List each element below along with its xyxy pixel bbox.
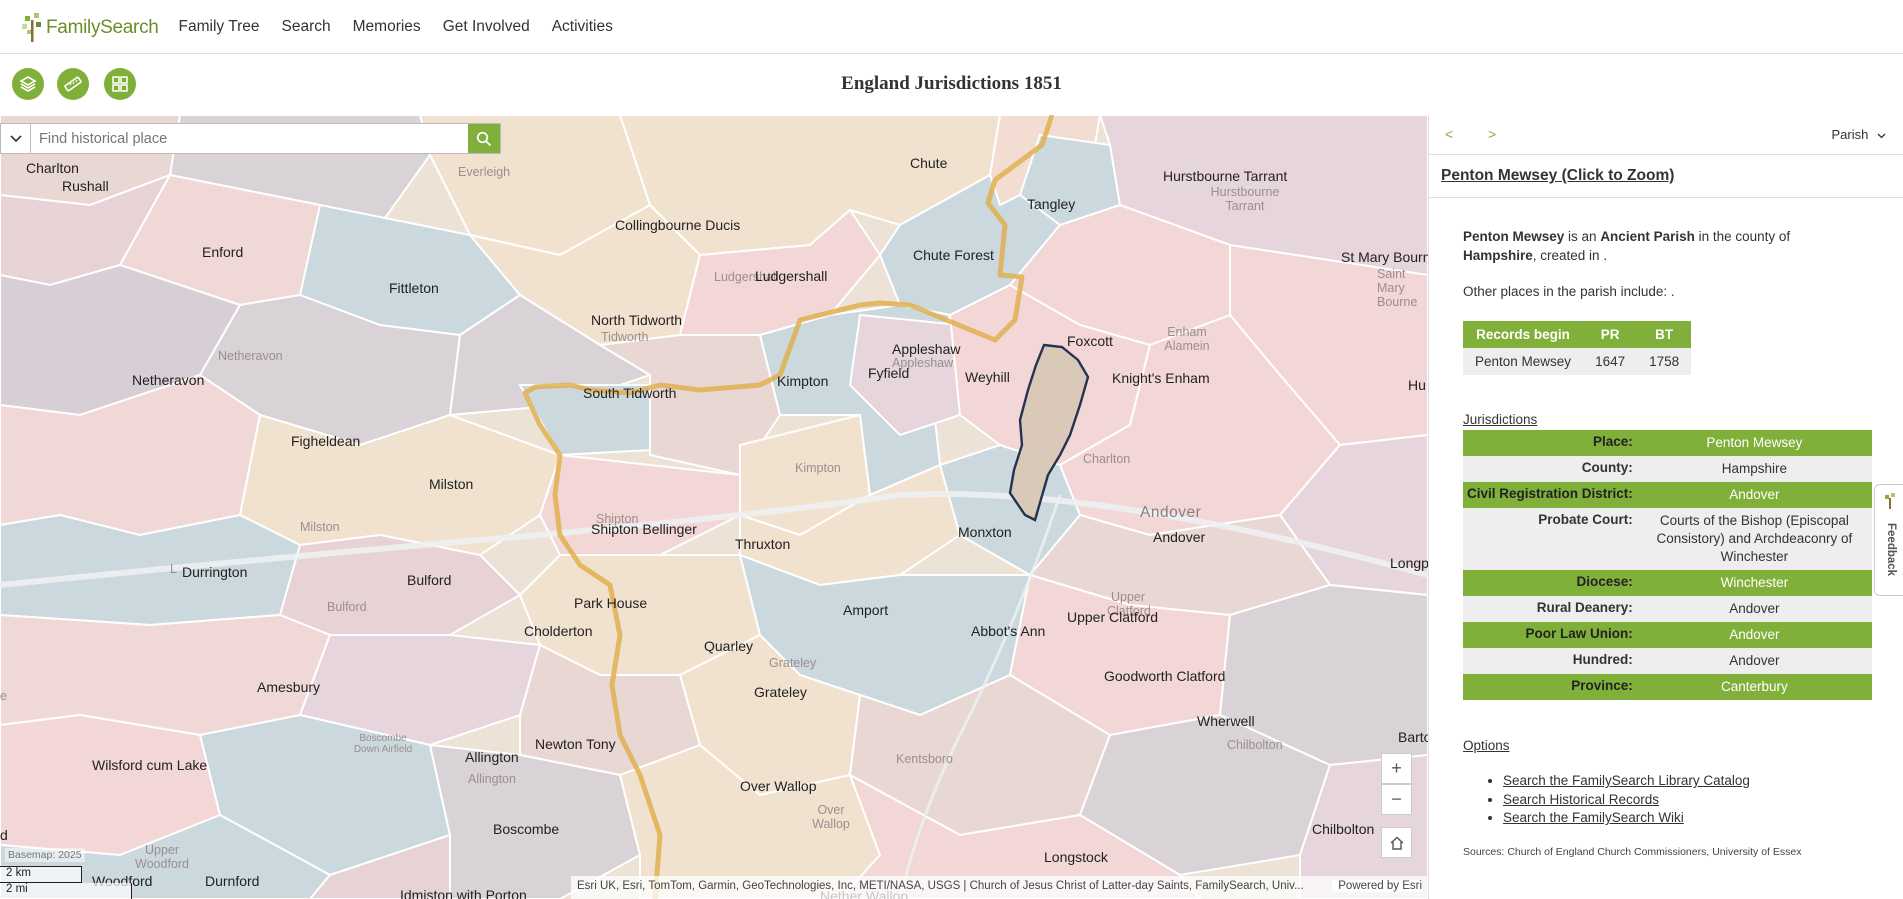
records-cell: 1758 — [1637, 348, 1692, 375]
tree-logo-icon — [1885, 493, 1895, 509]
powered-by-esri[interactable]: Powered by Esri — [1332, 880, 1422, 892]
info-panel: < > Parish Penton Mewsey (Click to Zoom)… — [1428, 115, 1903, 899]
jurisdiction-key: Hundred: — [1463, 648, 1637, 674]
jurisdiction-value: Andover — [1636, 648, 1872, 674]
records-table: Records begin PR BT Penton Mewsey 1647 1… — [1463, 321, 1692, 375]
table-row: Civil Registration District: Andover — [1463, 482, 1872, 508]
search-icon — [476, 131, 492, 146]
nav-memories[interactable]: Memories — [353, 18, 421, 36]
jurisdictions-table: Place: Penton Mewsey County: Hampshire Civ… — [1463, 430, 1872, 700]
table-row: Probate Court: Courts of the Bishop (Epis… — [1463, 508, 1872, 570]
option-historical-records-link[interactable]: Search Historical Records — [1503, 791, 1750, 810]
home-icon — [1390, 836, 1403, 850]
table-row: Diocese: Winchester — [1463, 570, 1872, 596]
familysearch-logo[interactable]: FamilySearch — [22, 7, 159, 47]
records-cell: 1647 — [1583, 348, 1638, 375]
jurisdiction-value: Winchester — [1636, 570, 1872, 596]
nav-activities[interactable]: Activities — [552, 18, 613, 36]
tree-logo-icon — [22, 12, 41, 42]
jurisdiction-key: Probate Court: — [1463, 508, 1637, 570]
top-nav: FamilySearch Family Tree Search Memories… — [0, 0, 1903, 54]
desc-text: is an — [1564, 229, 1601, 244]
jurisdiction-key: Poor Law Union: — [1463, 622, 1637, 648]
scale-km: 2 km — [0, 866, 82, 883]
scale-mi: 2 mi — [0, 883, 132, 899]
nav-search[interactable]: Search — [282, 18, 331, 36]
desc-text: in the county of — [1694, 229, 1791, 244]
feedback-label: Feedback — [1885, 523, 1897, 577]
options-heading: Options — [1463, 738, 1510, 753]
feedback-tab[interactable]: Feedback — [1874, 484, 1903, 596]
logo-text: FamilySearch — [46, 16, 159, 38]
jurisdiction-key: Civil Registration District: — [1463, 482, 1637, 508]
jurisdiction-value: Penton Mewsey — [1636, 430, 1872, 456]
jurisdiction-value: Hampshire — [1636, 456, 1872, 482]
jurisdiction-value: Andover — [1636, 622, 1872, 648]
jurisdiction-value: Courts of the Bishop (Episcopal Consisto… — [1636, 508, 1872, 570]
place-search — [0, 123, 501, 154]
jurisdiction-key: Place: — [1463, 430, 1637, 456]
divider — [1429, 197, 1903, 198]
zoom-in-button[interactable]: + — [1381, 753, 1412, 784]
nav-family-tree[interactable]: Family Tree — [179, 18, 260, 36]
basemap-note: Basemap: 2025 — [5, 848, 85, 862]
records-header: BT — [1637, 321, 1692, 348]
desc-name: Penton Mewsey — [1463, 229, 1565, 244]
jurisdiction-value: Andover — [1636, 482, 1872, 508]
jurisdiction-key: Rural Deanery: — [1463, 596, 1637, 622]
option-wiki-link[interactable]: Search the FamilySearch Wiki — [1503, 809, 1750, 828]
level-select[interactable]: Parish — [1832, 127, 1886, 142]
table-row: Poor Law Union: Andover — [1463, 622, 1872, 648]
sources-note: Sources: Church of England Church Commis… — [1463, 846, 1802, 858]
level-value: Parish — [1831, 127, 1869, 142]
records-header: PR — [1583, 321, 1638, 348]
option-library-catalog-link[interactable]: Search the FamilySearch Library Catalog — [1503, 772, 1750, 791]
chevron-down-icon — [1877, 133, 1886, 139]
place-description: Penton Mewsey is an Ancient Parish in th… — [1463, 227, 1863, 265]
chevron-down-icon — [9, 134, 22, 142]
next-button[interactable]: > — [1488, 126, 1496, 142]
home-button[interactable] — [1381, 827, 1412, 858]
table-row: Province: Canterbury — [1463, 674, 1872, 700]
jurisdiction-key: Diocese: — [1463, 570, 1637, 596]
zoom-out-button[interactable]: − — [1381, 784, 1412, 815]
desc-type: Ancient Parish — [1600, 229, 1695, 244]
table-row: Place: Penton Mewsey — [1463, 430, 1872, 456]
place-title-link[interactable]: Penton Mewsey (Click to Zoom) — [1441, 167, 1674, 185]
jurisdiction-key: County: — [1463, 456, 1637, 482]
attribution-text: Esri UK, Esri, TomTom, Garmin, GeoTechno… — [577, 880, 1304, 892]
search-button[interactable] — [468, 124, 500, 153]
map-attribution: Esri UK, Esri, TomTom, Garmin, GeoTechno… — [571, 876, 1428, 899]
search-input[interactable] — [31, 124, 468, 153]
jurisdiction-map — [0, 115, 1428, 899]
options-list: Search the FamilySearch Library Catalog … — [1503, 772, 1750, 828]
scale-bar: 2 km 2 mi — [0, 866, 132, 899]
nav-get-involved[interactable]: Get Involved — [443, 18, 530, 36]
table-row: Penton Mewsey 1647 1758 — [1463, 348, 1692, 375]
jurisdictions-heading: Jurisdictions — [1463, 412, 1538, 427]
prev-button[interactable]: < — [1445, 126, 1453, 142]
records-header: Records begin — [1463, 321, 1584, 348]
table-row: Rural Deanery: Andover — [1463, 596, 1872, 622]
records-cell: Penton Mewsey — [1463, 348, 1584, 375]
page-title: England Jurisdictions 1851 — [841, 73, 1062, 94]
map-view[interactable]: Charlton Rushall Everleigh Chute Hurstbo… — [0, 115, 1428, 899]
table-row: Hundred: Andover — [1463, 648, 1872, 674]
jurisdiction-value: Andover — [1636, 596, 1872, 622]
desc-text: , created in . — [1532, 248, 1608, 263]
search-options-dropdown[interactable] — [1, 124, 31, 153]
desc-county: Hampshire — [1463, 248, 1533, 263]
table-row: County: Hampshire — [1463, 456, 1872, 482]
jurisdiction-key: Province: — [1463, 674, 1637, 700]
panel-nav: < > Parish — [1429, 115, 1903, 155]
jurisdiction-value: Canterbury — [1636, 674, 1872, 700]
main-menu: Family Tree Search Memories Get Involved… — [179, 18, 635, 36]
other-places: Other places in the parish include: . — [1463, 284, 1675, 299]
title-bar: England Jurisdictions 1851 — [0, 55, 1903, 115]
